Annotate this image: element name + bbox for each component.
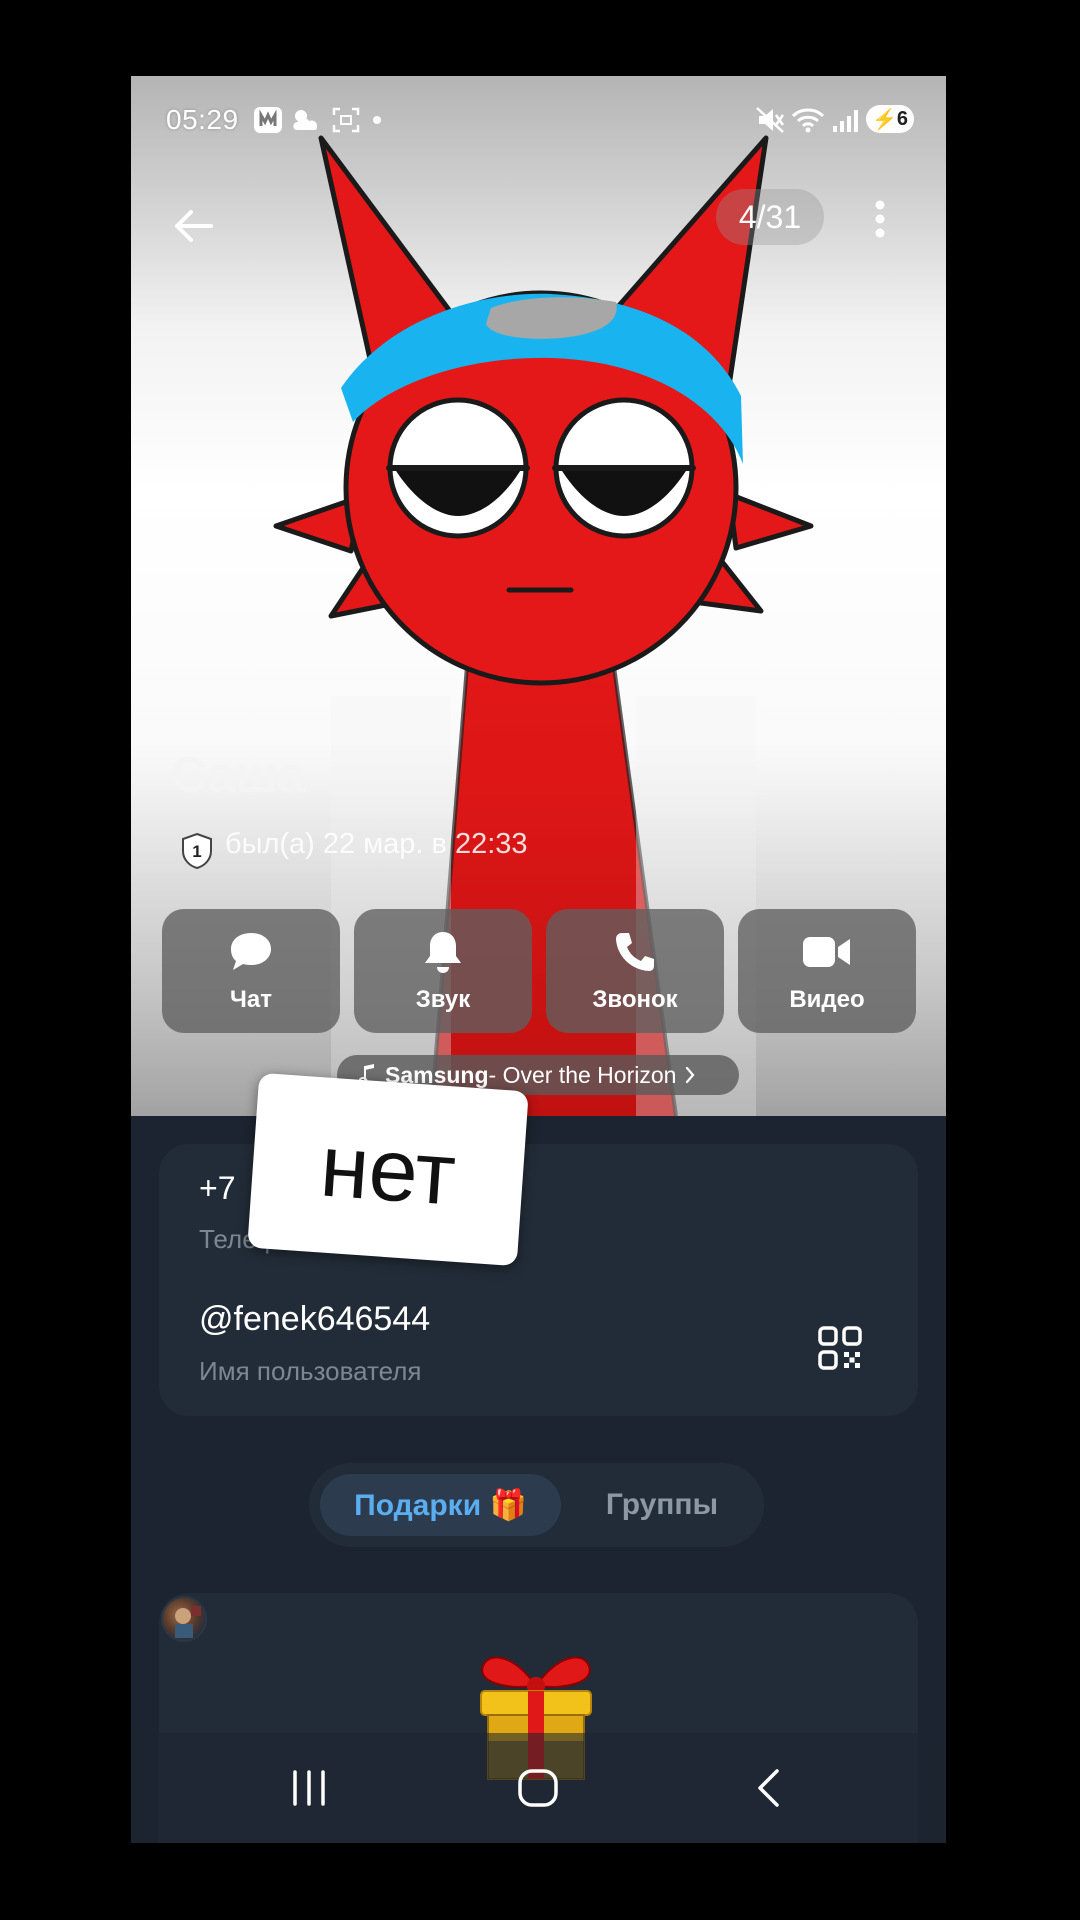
tab-bar: Подарки 🎁 Группы xyxy=(309,1463,764,1547)
video-icon xyxy=(803,937,850,967)
battery-level: 6 xyxy=(896,107,909,130)
battery-icon: ⚡ 6 xyxy=(866,105,914,133)
home-icon xyxy=(518,1769,558,1807)
navigation-bar xyxy=(131,1733,946,1843)
last-seen-status: был(а) 22 мар. в 22:33 xyxy=(225,828,528,860)
recent-apps-button[interactable] xyxy=(269,1753,349,1823)
notification-icon xyxy=(254,107,282,133)
recent-apps-icon xyxy=(293,1770,325,1806)
shield-badge-icon: 1 xyxy=(182,832,212,870)
status-time: 05:29 xyxy=(166,104,239,135)
chat-label: Чат xyxy=(230,986,272,1013)
mute-icon xyxy=(756,107,785,133)
phone-icon xyxy=(616,933,654,971)
tab-gifts[interactable]: Подарки 🎁 xyxy=(320,1474,561,1536)
signal-icon xyxy=(833,110,858,132)
video-label: Видео xyxy=(789,986,865,1013)
qr-code-icon[interactable] xyxy=(817,1325,863,1371)
call-label: Звонок xyxy=(592,986,678,1013)
sound-button[interactable]: Звук xyxy=(354,909,532,1033)
screen: 05:29 ⚡ 6 4/31 Саша 1 был(а) 22 мар. в 2… xyxy=(131,76,946,1843)
home-button[interactable] xyxy=(498,1753,578,1823)
chat-button[interactable]: Чат xyxy=(162,909,340,1033)
music-title: - Over the Horizon xyxy=(488,1061,677,1088)
more-button[interactable] xyxy=(855,189,905,249)
more-vertical-icon xyxy=(875,200,885,238)
username-label: Имя пользователя xyxy=(199,1356,422,1386)
back-button[interactable] xyxy=(157,190,229,262)
profile-name: Саша xyxy=(171,747,306,803)
text-sticker: нет xyxy=(247,1072,529,1267)
gift-sender-avatar[interactable] xyxy=(161,1596,207,1642)
arrow-left-icon xyxy=(175,210,213,242)
chevron-right-icon xyxy=(686,1066,695,1084)
username[interactable]: @fenek646544 xyxy=(199,1300,430,1339)
weather-icon xyxy=(293,110,318,130)
call-button[interactable]: Звонок xyxy=(546,909,724,1033)
dot-icon xyxy=(373,116,381,124)
chat-icon xyxy=(231,933,271,970)
wifi-icon xyxy=(791,108,825,133)
screenshot-icon xyxy=(332,107,360,133)
badge-number: 1 xyxy=(192,842,201,861)
sound-label: Звук xyxy=(415,986,471,1013)
back-icon xyxy=(758,1769,779,1807)
bell-icon xyxy=(425,932,461,973)
system-back-button[interactable] xyxy=(728,1753,808,1823)
video-button[interactable]: Видео xyxy=(738,909,916,1033)
battery-bolt: ⚡ xyxy=(871,108,897,131)
tab-groups[interactable]: Группы xyxy=(577,1474,747,1536)
phone-number[interactable]: +7 xyxy=(199,1170,235,1207)
status-bar: 05:29 ⚡ 6 xyxy=(131,76,946,166)
photo-counter: 4/31 xyxy=(716,189,824,245)
